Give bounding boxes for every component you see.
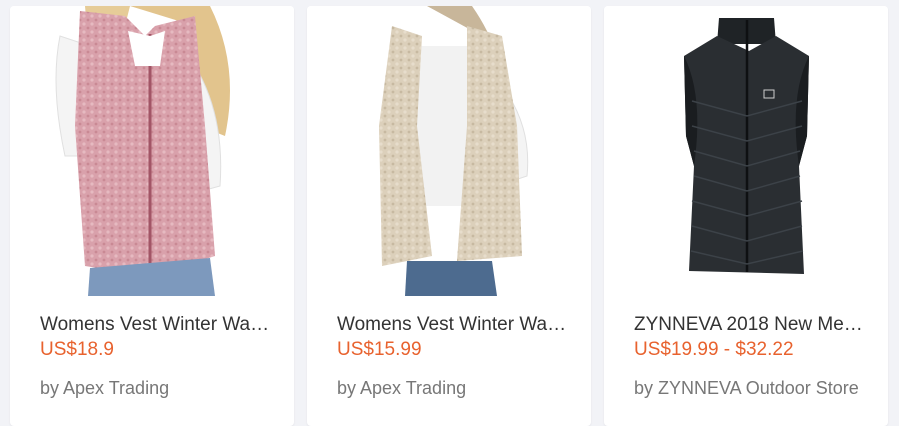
product-image[interactable] xyxy=(10,6,294,296)
product-title[interactable]: ZYNNEVA 2018 New Men... xyxy=(634,314,866,336)
product-seller[interactable]: by Apex Trading xyxy=(40,378,272,399)
black-puffer-vest-photo xyxy=(604,6,888,296)
beige-sherpa-vest-photo xyxy=(307,6,591,296)
pink-sherpa-vest-photo xyxy=(10,6,294,296)
product-card[interactable]: ZYNNEVA 2018 New Men... US$19.99 - $32.2… xyxy=(604,6,888,426)
product-seller[interactable]: by Apex Trading xyxy=(337,378,569,399)
product-title[interactable]: Womens Vest Winter Warm... xyxy=(337,314,569,336)
product-price: US$19.99 - $32.22 xyxy=(634,339,794,360)
product-card[interactable]: Womens Vest Winter Warm... US$15.99 by A… xyxy=(307,6,591,426)
product-title[interactable]: Womens Vest Winter Warm... xyxy=(40,314,272,336)
product-seller[interactable]: by ZYNNEVA Outdoor Store xyxy=(634,378,866,399)
product-price: US$15.99 xyxy=(337,339,422,360)
product-image[interactable] xyxy=(604,6,888,296)
product-grid: Womens Vest Winter Warm... US$18.9 by Ap… xyxy=(10,6,890,426)
product-price: US$18.9 xyxy=(40,339,114,360)
product-image[interactable] xyxy=(307,6,591,296)
product-card[interactable]: Womens Vest Winter Warm... US$18.9 by Ap… xyxy=(10,6,294,426)
